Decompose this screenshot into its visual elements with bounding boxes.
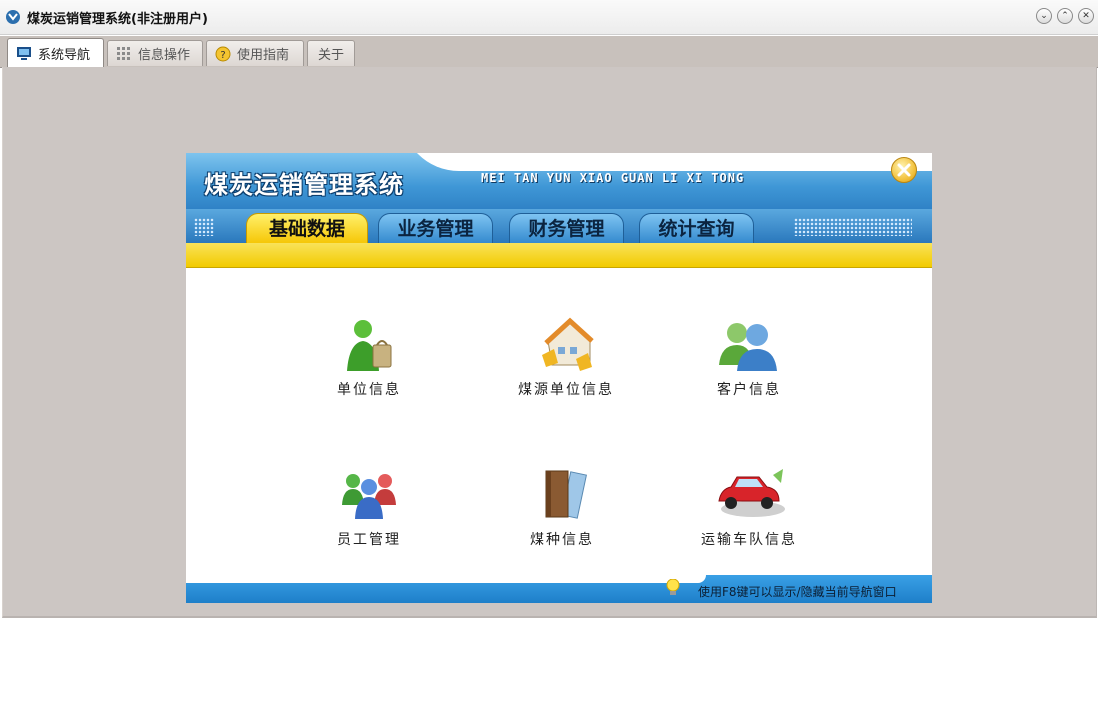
customers-icon xyxy=(719,323,777,371)
tab-system-nav[interactable]: 系统导航 xyxy=(7,38,104,67)
navigation-panel: 煤炭运销管理系统 MEI TAN YUN XIAO GUAN LI XI TON… xyxy=(186,153,932,603)
car-icon xyxy=(718,469,785,517)
item-customer-info[interactable]: 客户信息 xyxy=(696,315,802,399)
building-icon xyxy=(542,317,594,371)
lightbulb-icon xyxy=(666,579,680,595)
tab-label: 系统导航 xyxy=(38,47,91,63)
svg-text:?: ? xyxy=(220,50,225,61)
nav-tab-finance[interactable]: 财务管理 xyxy=(509,213,624,245)
monitor-icon xyxy=(17,47,31,60)
tab-label: 信息操作 xyxy=(138,48,191,63)
nav-bar: 基础数据 业务管理 财务管理 统计查询 xyxy=(186,209,932,245)
tab-label: 使用指南 xyxy=(237,48,290,63)
close-icon xyxy=(897,163,911,177)
item-coal-type[interactable]: 煤种信息 xyxy=(506,465,618,549)
item-label: 运输车队信息 xyxy=(701,532,797,548)
item-transport-fleet[interactable]: 运输车队信息 xyxy=(696,465,802,549)
help-icon: ? xyxy=(215,46,231,61)
tab-strip: 系统导航 信息操作 ? 使用指南 关于 xyxy=(0,36,1098,68)
banner: 煤炭运销管理系统 MEI TAN YUN XIAO GUAN LI XI TON… xyxy=(186,153,932,209)
window-title: 煤炭运销管理系统(非注册用户) xyxy=(27,12,208,27)
item-label: 煤源单位信息 xyxy=(518,382,614,398)
staff-icon xyxy=(342,474,396,519)
unit-user-icon xyxy=(347,320,392,371)
logo-title: 煤炭运销管理系统 xyxy=(204,171,404,199)
nav-tab-basic-data[interactable]: 基础数据 xyxy=(246,213,368,245)
item-unit-info[interactable]: 单位信息 xyxy=(316,315,422,399)
item-staff-management[interactable]: 员工管理 xyxy=(316,465,422,549)
nav-accent-bar xyxy=(186,243,932,268)
maximize-button[interactable]: ⌃ xyxy=(1057,8,1073,24)
footer-bar: 使用F8键可以显示/隐藏当前导航窗口 xyxy=(186,575,932,603)
tab-label: 关于 xyxy=(318,48,345,63)
title-bar: 煤炭运销管理系统(非注册用户) ⌄ ⌃ ✕ xyxy=(0,0,1098,35)
logo-pinyin: MEI TAN YUN XIAO GUAN LI XI TONG xyxy=(481,171,745,185)
tab-info-ops[interactable]: 信息操作 xyxy=(107,40,203,66)
tab-about[interactable]: 关于 xyxy=(307,40,355,66)
panel-close-button[interactable] xyxy=(891,157,917,183)
close-button[interactable]: ✕ xyxy=(1078,8,1094,24)
books-icon xyxy=(545,470,587,519)
nav-tab-statistics[interactable]: 统计查询 xyxy=(639,213,754,245)
item-label: 客户信息 xyxy=(717,382,781,398)
f8-tip-text: 使用F8键可以显示/隐藏当前导航窗口 xyxy=(698,585,897,599)
item-coal-source[interactable]: 煤源单位信息 xyxy=(506,315,626,399)
grid-icon xyxy=(117,46,130,60)
item-label: 煤种信息 xyxy=(530,532,594,548)
app-icon xyxy=(6,10,20,24)
item-label: 单位信息 xyxy=(337,382,401,398)
minimize-button[interactable]: ⌄ xyxy=(1036,8,1052,24)
nav-tab-business[interactable]: 业务管理 xyxy=(378,213,493,245)
item-label: 员工管理 xyxy=(337,532,401,548)
tab-user-guide[interactable]: ? 使用指南 xyxy=(206,40,304,66)
